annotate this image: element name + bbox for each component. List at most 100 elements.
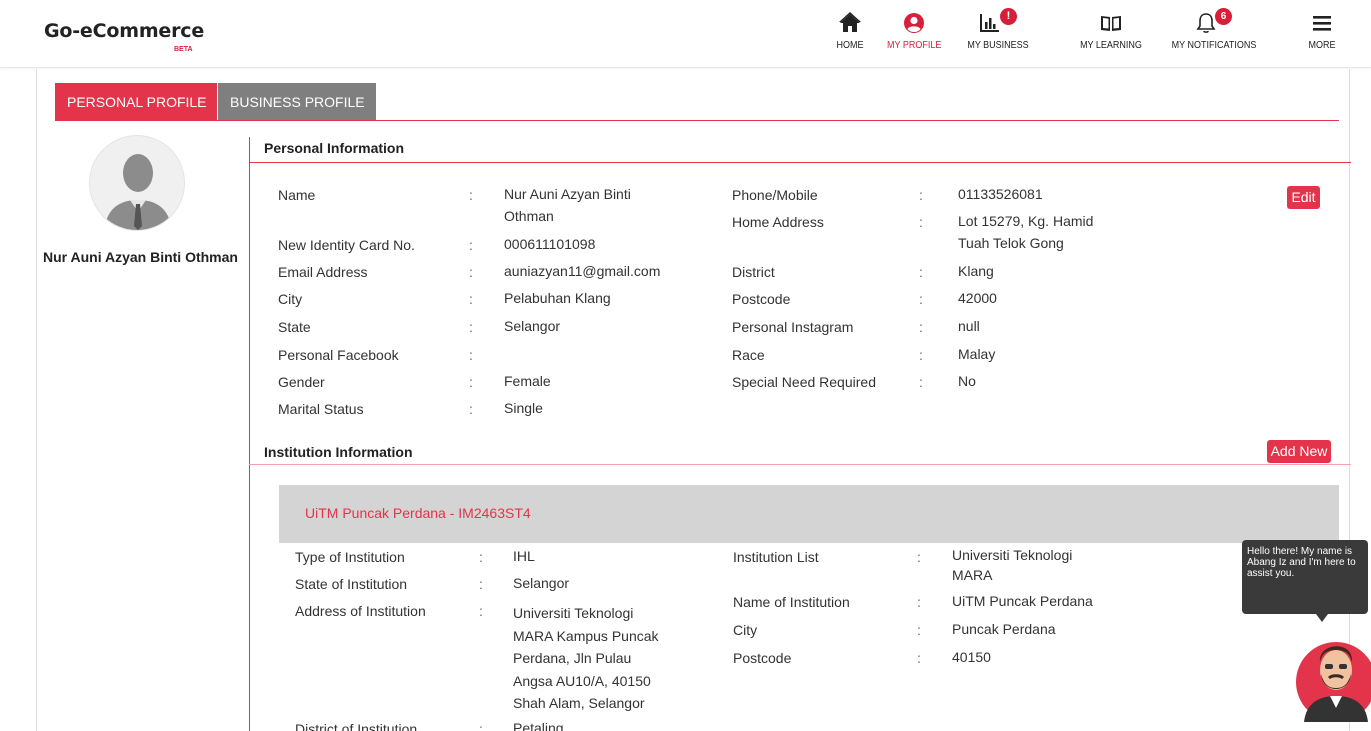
user-circle-icon xyxy=(884,10,944,38)
postcode-value: 42000 xyxy=(958,290,997,306)
home-address-label: Home Address xyxy=(732,214,824,230)
institution-postcode-label: Postcode xyxy=(733,650,792,666)
colon: : xyxy=(469,347,473,363)
colon: : xyxy=(469,291,473,307)
nav-my-business[interactable]: ! MY BUSINESS xyxy=(962,8,1034,64)
bar-chart-icon: ! xyxy=(978,8,1018,38)
name-label: Name xyxy=(278,187,316,203)
colon: : xyxy=(469,237,473,253)
phone-label: Phone/Mobile xyxy=(732,187,818,203)
institution-address-value: Universiti Teknologi MARA Kampus Puncak … xyxy=(513,605,659,711)
city-label: City xyxy=(278,291,303,307)
nav-my-notifications-label: MY NOTIFICATIONS xyxy=(1171,40,1257,51)
institution-card-title[interactable]: UiTM Puncak Perdana - IM2463ST4 xyxy=(305,505,531,521)
colon: : xyxy=(919,214,923,230)
colon: : xyxy=(917,549,921,565)
institution-city-label: City xyxy=(733,622,758,638)
institution-city-value: Puncak Perdana xyxy=(952,621,1056,637)
institution-name-value: UiTM Puncak Perdana xyxy=(952,593,1093,609)
institution-info-divider xyxy=(249,464,1351,465)
city-value: Pelabuhan Klang xyxy=(504,290,611,306)
race-label: Race xyxy=(732,347,765,363)
avatar xyxy=(89,135,185,231)
colon: : xyxy=(479,721,483,731)
institution-type-label: Type of Institution xyxy=(295,549,405,565)
colon: : xyxy=(479,549,483,565)
user-silhouette-icon xyxy=(104,154,172,230)
gender-label: Gender xyxy=(278,374,325,390)
institution-district-value: Petaling xyxy=(513,720,564,731)
profile-name: Nur Auni Azyan Binti Othman xyxy=(43,249,238,265)
nav-more[interactable]: MORE xyxy=(1304,10,1340,64)
nav-my-learning-label: MY LEARNING xyxy=(1080,40,1142,51)
colon: : xyxy=(917,650,921,666)
home-icon xyxy=(832,10,868,38)
colon: : xyxy=(919,187,923,203)
home-address-value: Lot 15279, Kg. Hamid Tuah Telok Gong xyxy=(958,213,1094,251)
marital-status-value: Single xyxy=(504,400,543,416)
profile-page: PERSONAL PROFILE BUSINESS PROFILE Nur Au… xyxy=(36,69,1351,731)
institution-district-label: District of Institution xyxy=(295,721,418,731)
institution-list-value: Universiti Teknologi MARA xyxy=(952,547,1073,583)
district-label: District xyxy=(732,264,775,280)
book-icon xyxy=(1076,10,1146,38)
ic-label: New Identity Card No. xyxy=(278,237,415,253)
special-need-label: Special Need Required xyxy=(732,374,876,390)
content-divider xyxy=(249,137,250,731)
nav-my-notifications[interactable]: 6 MY NOTIFICATIONS xyxy=(1166,8,1262,64)
nav-more-label: MORE xyxy=(1308,40,1336,51)
colon: : xyxy=(469,264,473,280)
instagram-label: Personal Instagram xyxy=(732,319,854,335)
tab-personal-profile[interactable]: PERSONAL PROFILE xyxy=(55,83,217,121)
add-new-button[interactable]: Add New xyxy=(1267,440,1331,463)
colon: : xyxy=(469,187,473,203)
assistant-character-icon xyxy=(1296,642,1371,722)
nav-home[interactable]: HOME xyxy=(832,10,868,64)
nav-my-profile[interactable]: MY PROFILE xyxy=(884,10,944,64)
state-label: State xyxy=(278,319,311,335)
edit-button[interactable]: Edit xyxy=(1287,186,1320,209)
postcode-label: Postcode xyxy=(732,291,791,307)
instagram-value: null xyxy=(958,318,980,334)
colon: : xyxy=(479,576,483,592)
beta-label: BETA xyxy=(174,46,193,53)
email-value: auniazyan11@gmail.com xyxy=(504,263,661,279)
facebook-label: Personal Facebook xyxy=(278,347,399,363)
colon: : xyxy=(919,374,923,390)
colon: : xyxy=(917,622,921,638)
notifications-count-badge: 6 xyxy=(1215,8,1232,25)
chat-greeting-bubble[interactable]: Hello there! My name is Abang Iz and I'm… xyxy=(1242,540,1368,622)
institution-card-header[interactable]: UiTM Puncak Perdana - IM2463ST4 xyxy=(279,485,1339,543)
colon: : xyxy=(917,594,921,610)
institution-type-value: IHL xyxy=(513,548,535,564)
chat-assistant-avatar[interactable] xyxy=(1294,612,1371,726)
district-value: Klang xyxy=(958,263,994,279)
bell-icon: 6 xyxy=(1194,8,1234,38)
colon: : xyxy=(469,401,473,417)
tab-business-profile[interactable]: BUSINESS PROFILE xyxy=(218,83,376,121)
state-value: Selangor xyxy=(504,318,561,334)
ic-value: 000611101098 xyxy=(504,236,596,252)
nav-my-learning[interactable]: MY LEARNING xyxy=(1076,10,1146,64)
special-need-value: No xyxy=(958,373,976,389)
menu-icon xyxy=(1304,10,1340,38)
nav-home-label: HOME xyxy=(836,40,864,51)
race-value: Malay xyxy=(958,346,996,362)
gender-value: Female xyxy=(504,373,551,389)
brand-logo[interactable]: Go-eCommerce xyxy=(44,20,204,42)
colon: : xyxy=(919,291,923,307)
colon: : xyxy=(469,374,473,390)
phone-value: 01133526081 xyxy=(958,186,1043,202)
nav-my-business-label: MY BUSINESS xyxy=(967,40,1029,51)
institution-list-label: Institution List xyxy=(733,549,819,565)
personal-info-title: Personal Information xyxy=(264,140,405,156)
personal-info-divider xyxy=(249,162,1351,163)
colon: : xyxy=(479,603,483,619)
institution-postcode-value: 40150 xyxy=(952,649,991,665)
colon: : xyxy=(919,347,923,363)
institution-address-label: Address of Institution xyxy=(295,603,426,619)
colon: : xyxy=(919,264,923,280)
top-navbar: Go-eCommerce BETA HOME MY PROFILE ! MY B… xyxy=(0,6,1371,68)
institution-state-value: Selangor xyxy=(513,575,570,591)
business-alert-badge: ! xyxy=(1000,8,1017,25)
